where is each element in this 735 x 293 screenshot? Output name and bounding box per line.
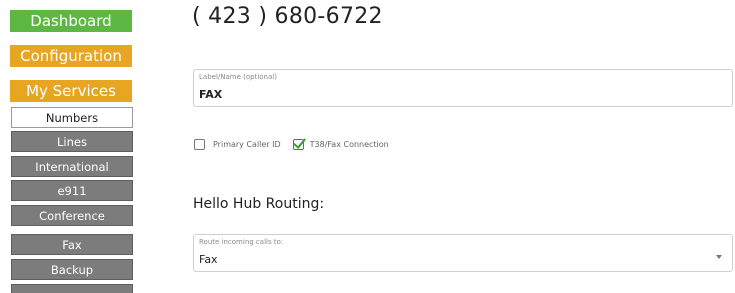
chevron-down-icon[interactable] bbox=[716, 255, 722, 259]
route-calls-select-label: Route incoming calls to: bbox=[199, 238, 284, 246]
sidebar-item-e911[interactable]: e911 bbox=[11, 180, 133, 201]
route-calls-select-value[interactable]: Fax bbox=[199, 253, 218, 266]
label-name-field-label: Label/Name (optional) bbox=[199, 73, 277, 81]
label-name-field[interactable]: Label/Name (optional) FAX bbox=[193, 69, 733, 107]
sidebar-item-numbers[interactable]: Numbers bbox=[11, 107, 133, 128]
primary-caller-id-checkbox[interactable] bbox=[194, 138, 205, 150]
checkmark-icon bbox=[292, 134, 306, 149]
label-name-field-value[interactable]: FAX bbox=[199, 88, 222, 101]
sidebar-item-lines[interactable]: Lines bbox=[11, 131, 133, 152]
routing-section-title: Hello Hub Routing: bbox=[193, 196, 325, 212]
primary-caller-id-label: Primary Caller ID bbox=[213, 139, 281, 149]
page: Dashboard Configuration My Services Numb… bbox=[0, 0, 735, 293]
sidebar-item-conference[interactable]: Conference bbox=[11, 205, 133, 226]
t38-fax-checkbox[interactable] bbox=[292, 134, 306, 150]
phone-number-title: ( 423 ) 680-6722 bbox=[192, 4, 383, 29]
options-row: Primary Caller ID T38/Fax Connection bbox=[194, 134, 389, 151]
configuration-button[interactable]: Configuration bbox=[10, 45, 132, 67]
route-calls-select[interactable]: Route incoming calls to: Fax bbox=[193, 234, 733, 272]
sidebar-item-fax[interactable]: Fax bbox=[11, 234, 133, 255]
sidebar-item-international[interactable]: International bbox=[11, 156, 133, 177]
sidebar-item-partial[interactable] bbox=[11, 284, 133, 293]
my-services-button[interactable]: My Services bbox=[10, 80, 132, 102]
dashboard-button[interactable]: Dashboard bbox=[10, 10, 132, 32]
sidebar-item-backup[interactable]: Backup bbox=[11, 259, 133, 280]
t38-fax-label: T38/Fax Connection bbox=[309, 139, 389, 149]
